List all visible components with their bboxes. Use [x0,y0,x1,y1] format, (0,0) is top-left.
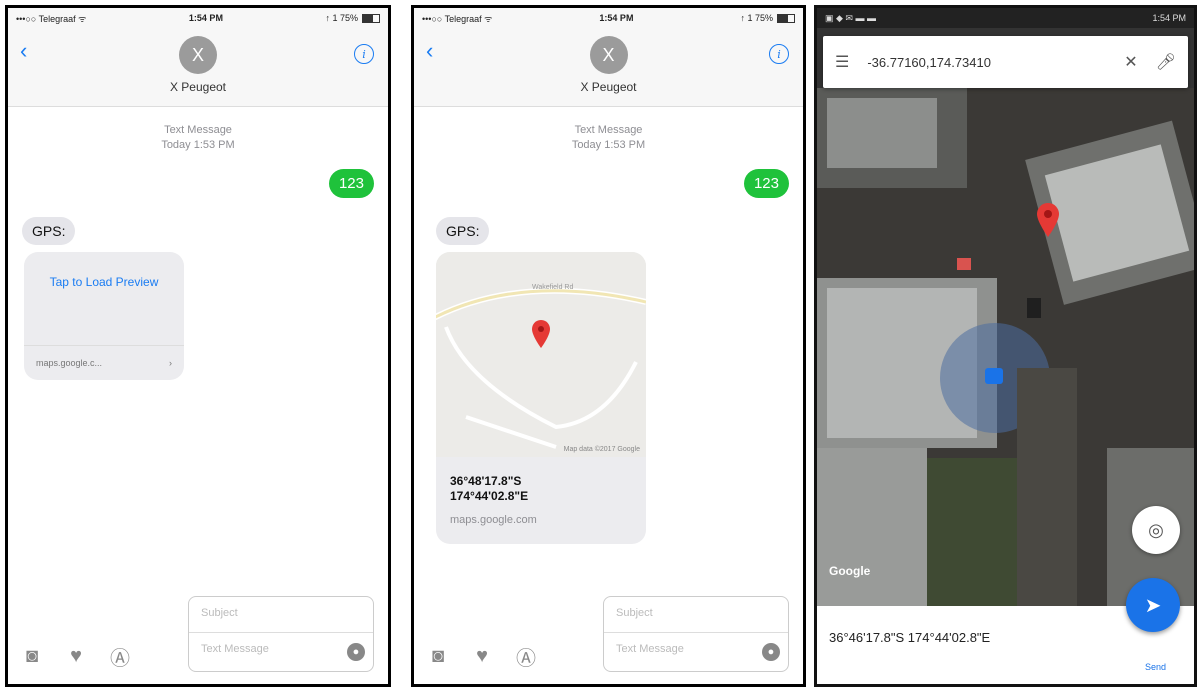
nav-bar: ‹ X X Peugeot i [8,28,388,107]
clock: 1:54 PM [188,13,223,23]
thread-label: Text Message [574,124,643,136]
status-bar: ▣ ◆ ✉ ▬ ▬ 1:54 PM [817,8,1194,28]
mini-map-roads [436,287,646,449]
app-store-icon[interactable]: Ⓐ [514,644,538,670]
maps-panel: ▣ ◆ ✉ ▬ ▬ 1:54 PM ☰ -36.77160,174.73410 … [814,5,1197,687]
contact-name[interactable]: X Peugeot [414,80,803,94]
map-preview-card[interactable]: Wakefield Rd Map data ©2017 Google 36°48… [436,252,646,544]
coords-lng: 174°44'02.8"E [450,489,529,503]
search-query[interactable]: -36.77160,174.73410 [867,55,1106,70]
subject-input[interactable]: Subject [604,597,788,633]
nav-bar: ‹ X X Peugeot i [414,28,803,107]
subject-input[interactable]: Subject [189,597,373,633]
carrier: •••○○ Telegraaf ᯤ [422,13,493,24]
status-bar: •••○○ Telegraaf ᯤ 1:54 PM ↑ 1 75% [8,8,388,28]
message-input[interactable]: Text Message [604,633,788,665]
contact-name[interactable]: X Peugeot [8,80,388,94]
thread: Text Message Today 1:53 PM 123 GPS: Wake… [414,107,803,544]
thread-label: Text Message [164,124,232,136]
map-pin-icon [532,320,550,348]
map-copyright: Map data ©2017 Google [563,446,640,453]
message-input[interactable]: Text Message [189,633,373,665]
link-preview-card[interactable]: Tap to Load Preview maps.google.c... › [24,252,184,380]
send-link[interactable]: Send [1145,662,1166,672]
camera-icon[interactable]: ◙ [20,644,44,668]
coords-lat: 36°48'17.8"S [450,474,522,488]
status-icons: ▣ ◆ ✉ ▬ ▬ [825,12,876,23]
thread: Text Message Today 1:53 PM 123 GPS: Tap … [8,107,388,380]
microphone-icon[interactable]: 🎤︎ [1156,52,1176,72]
battery-text: ↑ 1 75% [325,13,358,23]
thread-time: Today 1:53 PM [571,139,646,151]
back-chevron-icon[interactable]: ‹ [426,38,433,64]
app-store-icon[interactable]: Ⓐ [108,644,132,670]
tap-to-load-link[interactable]: Tap to Load Preview [24,274,184,291]
messages-panel-2: •••○○ Telegraaf ᯤ 1:54 PM ↑ 1 75% ‹ X X … [411,5,806,687]
battery-group: ↑ 1 75% [740,13,795,23]
close-icon[interactable]: ✕ [1124,52,1137,72]
info-icon[interactable]: i [769,44,789,64]
avatar[interactable]: X [589,36,628,74]
status-bar: •••○○ Telegraaf ᯤ 1:54 PM ↑ 1 75% [414,8,803,28]
heart-hands-icon[interactable]: ♥ [470,644,494,668]
back-chevron-icon[interactable]: ‹ [20,38,27,64]
carrier: •••○○ Telegraaf ᯤ [16,13,87,24]
map-pin-icon[interactable] [1037,203,1059,237]
preview-footer: maps.google.c... › [24,345,184,380]
compose-field[interactable]: Subject Text Message ● [603,596,789,672]
map-card-coords: 36°48'17.8"S 174°44'02.8"E [450,474,528,504]
clock: 1:54 PM [599,13,634,23]
messages-panel-1: •••○○ Telegraaf ᯤ 1:54 PM ↑ 1 75% ‹ X X … [5,5,391,687]
battery-icon [776,13,795,23]
map-card-host: maps.google.com [450,514,537,526]
camera-icon[interactable]: ◙ [426,644,450,668]
thread-meta: Text Message Today 1:53 PM [8,107,388,153]
outgoing-bubble[interactable]: 123 [743,169,789,198]
incoming-bubble[interactable]: GPS: [436,217,490,245]
location-icon[interactable]: ◎ [1132,506,1180,554]
search-bar[interactable]: ☰ -36.77160,174.73410 ✕ 🎤︎ [823,36,1188,88]
clock: 1:54 PM [1152,13,1186,23]
outgoing-bubble[interactable]: 123 [328,169,374,198]
compose-field[interactable]: Subject Text Message ● [188,596,374,672]
battery-text: ↑ 1 75% [740,13,773,23]
road-label: Wakefield Rd [532,284,574,291]
battery-icon [361,13,380,23]
directions-icon[interactable]: ➤ [1126,578,1180,632]
preview-link: maps.google.c... [36,358,103,368]
heart-hands-icon[interactable]: ♥ [64,644,88,668]
incoming-bubble[interactable]: GPS: [22,217,76,245]
place-coords: 36°46'17.8"S 174°44'02.8"E [829,630,991,645]
info-icon[interactable]: i [354,44,374,64]
microphone-icon[interactable]: ● [347,643,365,661]
thread-time: Today 1:53 PM [161,139,235,151]
microphone-icon[interactable]: ● [762,643,780,661]
thread-meta: Text Message Today 1:53 PM [414,107,803,153]
avatar[interactable]: X [179,36,217,74]
mini-map[interactable]: Wakefield Rd Map data ©2017 Google [436,252,646,457]
chevron-right-icon: › [169,358,172,368]
menu-icon[interactable]: ☰ [835,52,849,72]
battery-group: ↑ 1 75% [325,13,380,23]
google-logo: Google [829,564,871,578]
